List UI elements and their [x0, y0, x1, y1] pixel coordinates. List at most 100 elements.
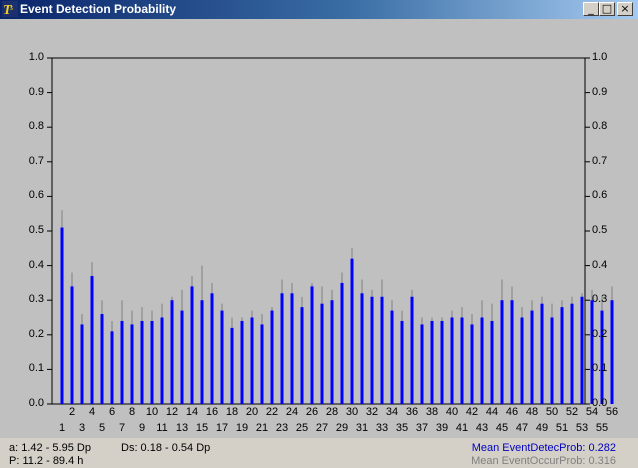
- x-tick-label: 32: [365, 406, 379, 418]
- bar: [490, 320, 494, 404]
- bar: [580, 296, 584, 404]
- y-tick-label-right: 0.4: [592, 258, 608, 271]
- x-tick-label: 14: [185, 406, 199, 418]
- bar: [590, 300, 594, 404]
- bar: [70, 286, 74, 404]
- bar: [160, 317, 164, 404]
- bar: [550, 317, 554, 404]
- x-tick-label: 43: [475, 422, 489, 434]
- x-tick-label: 37: [415, 422, 429, 434]
- bar: [280, 293, 284, 404]
- x-tick-label: 56: [605, 406, 619, 418]
- x-tick-label: 22: [265, 406, 279, 418]
- x-tick-label: 15: [195, 422, 209, 434]
- x-tick-label: 52: [565, 406, 579, 418]
- x-tick-label: 44: [485, 406, 499, 418]
- bar: [250, 317, 254, 404]
- x-tick-label: 36: [405, 406, 419, 418]
- bar: [440, 320, 444, 404]
- x-tick-label: 47: [515, 422, 529, 434]
- minimize-button[interactable]: _: [583, 2, 599, 16]
- bar: [610, 300, 614, 404]
- x-tick-label: 1: [58, 422, 66, 434]
- x-tick-label: 3: [78, 422, 86, 434]
- x-tick-label: 45: [495, 422, 509, 434]
- x-tick-label: 11: [156, 422, 168, 434]
- bar: [390, 310, 394, 404]
- bar: [310, 286, 314, 404]
- bar: [120, 320, 124, 404]
- x-tick-label: 6: [108, 406, 116, 418]
- x-tick-label: 31: [355, 422, 369, 434]
- x-tick-label: 30: [345, 406, 359, 418]
- p-range-label: P: 11.2 - 89.4 h: [9, 455, 84, 467]
- x-tick-label: 4: [88, 406, 96, 418]
- bar: [570, 303, 574, 404]
- bar: [230, 327, 234, 404]
- x-tick-label: 29: [335, 422, 349, 434]
- x-tick-label: 21: [255, 422, 269, 434]
- svg-text:s: s: [10, 3, 13, 12]
- y-tick-label-right: 1.0: [592, 51, 608, 63]
- bar: [460, 317, 464, 404]
- window-title: Event Detection Probability: [20, 2, 177, 16]
- x-tick-label: 12: [165, 406, 179, 418]
- x-tick-label: 53: [575, 422, 589, 434]
- y-tick-label-right: 0.6: [592, 189, 608, 202]
- title-bar[interactable]: T s Event Detection Probability _ □ ×: [0, 0, 638, 19]
- bar: [370, 296, 374, 404]
- x-tick-label: 2: [68, 406, 76, 418]
- x-tick-label: 28: [325, 406, 339, 418]
- y-tick-label-left: 0.6: [28, 189, 44, 202]
- x-tick-label: 18: [225, 406, 239, 418]
- bar: [220, 310, 224, 404]
- x-tick-label: 20: [245, 406, 259, 418]
- bar: [410, 296, 414, 404]
- x-tick-label: 33: [375, 422, 389, 434]
- bar: [560, 307, 564, 404]
- bar: [270, 310, 274, 404]
- mean-occur-prob: Mean EventOccurProb: 0.316: [471, 455, 616, 467]
- x-tick-label: 5: [98, 422, 106, 434]
- maximize-button[interactable]: □: [599, 2, 615, 16]
- x-tick-label: 35: [395, 422, 409, 434]
- bar: [90, 275, 94, 404]
- y-tick-label-right: 0.2: [592, 327, 608, 340]
- y-tick-label-left: 0.2: [28, 327, 44, 340]
- bar: [100, 314, 104, 404]
- x-tick-label: 19: [235, 422, 249, 434]
- x-tick-label: 23: [275, 422, 289, 434]
- bar: [470, 324, 474, 404]
- x-tick-label: 25: [295, 422, 309, 434]
- x-tick-label: 39: [435, 422, 449, 434]
- y-tick-label-left: 0.3: [28, 293, 44, 306]
- x-tick-label: 10: [145, 406, 159, 418]
- y-tick-label-right: 0.3: [592, 293, 608, 306]
- x-tick-label: 9: [138, 422, 146, 434]
- bar: [200, 300, 204, 404]
- bar: [210, 293, 214, 404]
- close-button[interactable]: ×: [617, 2, 633, 16]
- app-logo-icon: T s: [2, 1, 18, 17]
- x-tick-label: 26: [305, 406, 319, 418]
- x-tick-label: 50: [545, 406, 559, 418]
- y-tick-label-left: 0.9: [28, 85, 44, 98]
- y-tick-label-left: 0.1: [28, 362, 44, 375]
- bar: [60, 227, 64, 404]
- bar: [240, 320, 244, 404]
- mean-detec-prob: Mean EventDetecProb: 0.282: [471, 442, 616, 454]
- bar: [260, 324, 264, 404]
- y-tick-label-left: 0.8: [28, 120, 44, 133]
- y-tick-label-right: 0.9: [592, 85, 608, 98]
- bar: [430, 320, 434, 404]
- x-tick-label: 34: [385, 406, 399, 418]
- x-tick-label: 16: [205, 406, 219, 418]
- bar: [150, 320, 154, 404]
- ds-range-label: Ds: 0.18 - 0.54 Dp: [121, 442, 211, 454]
- y-tick-label-right: 0.7: [592, 154, 608, 167]
- y-tick-label-right: 0.1: [592, 362, 608, 375]
- bar: [340, 282, 344, 404]
- bar: [450, 317, 454, 404]
- bar: [320, 303, 324, 404]
- bar: [380, 296, 384, 404]
